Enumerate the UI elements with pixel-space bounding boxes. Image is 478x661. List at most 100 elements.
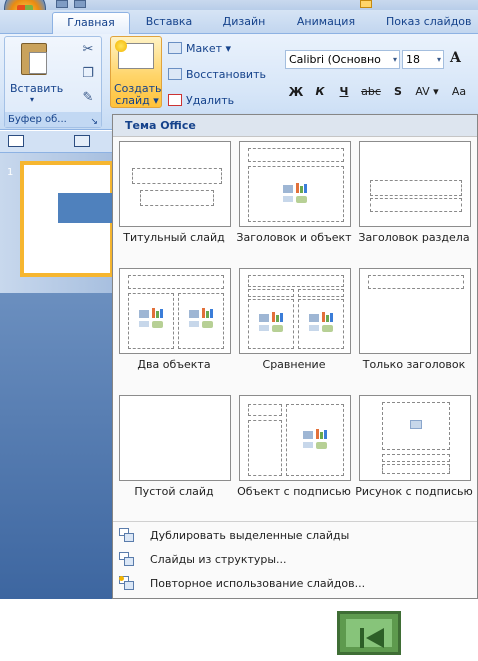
new-slide-icon	[115, 40, 154, 69]
reset-label: Восстановить	[186, 68, 266, 81]
italic-button[interactable]: К	[310, 82, 330, 102]
slide-thumbnail[interactable]	[20, 161, 114, 277]
layout-label: Макет ▾	[186, 42, 232, 55]
menu-label: Повторное использование слайдов...	[150, 577, 366, 590]
underline-button[interactable]: Ч	[334, 82, 354, 102]
layout-label: Два объекта	[137, 358, 211, 371]
menu-label: Дублировать выделенные слайды	[150, 529, 350, 542]
paste-icon[interactable]	[21, 43, 47, 75]
undo-icon[interactable]	[74, 0, 86, 8]
reset-button[interactable]: Восстановить	[166, 66, 266, 83]
outline-tab-icon[interactable]	[74, 135, 90, 147]
layout-thumb	[119, 268, 231, 354]
placeholder-title	[370, 180, 462, 196]
slides-pane-background	[0, 293, 114, 599]
tab-home[interactable]: Главная	[52, 12, 130, 34]
duplicate-slides-icon	[119, 528, 135, 543]
placeholder-heading-right	[298, 289, 344, 297]
font-size-select[interactable]: 18 ▾	[402, 50, 444, 69]
picture-icon	[410, 420, 422, 429]
font-size-value: 18	[406, 53, 420, 66]
layout-thumb	[359, 141, 471, 227]
change-case-button[interactable]: Aa	[446, 82, 472, 102]
layout-label: Только заголовок	[362, 358, 466, 371]
chevron-down-icon: ▾	[436, 55, 441, 64]
clipboard-group: Вставить ▾ ✂ ❐ ✎ Буфер об... ↘	[4, 36, 102, 128]
layout-icon	[168, 42, 182, 54]
layout-thumb	[239, 141, 351, 227]
tab-design[interactable]: Дизайн	[212, 12, 276, 34]
format-painter-icon[interactable]: ✎	[79, 89, 97, 107]
cut-icon[interactable]: ✂	[79, 41, 97, 59]
placeholder-title	[248, 404, 282, 416]
paste-button[interactable]: Вставить	[10, 82, 63, 95]
tab-animation[interactable]: Анимация	[286, 12, 366, 34]
placeholder-title	[132, 168, 222, 184]
delete-label: Удалить	[186, 94, 235, 107]
tab-insert[interactable]: Вставка	[138, 12, 200, 34]
tab-slideshow[interactable]: Показ слайдов	[386, 12, 478, 34]
strikethrough-button[interactable]: abc	[358, 82, 384, 102]
content-icon	[282, 182, 310, 204]
font-name-value: Calibri (Основно	[289, 53, 381, 66]
layout-button[interactable]: Макет ▾	[166, 40, 231, 57]
spacing-button[interactable]: AV ▾	[412, 82, 442, 102]
font-name-select[interactable]: Calibri (Основно ▾	[285, 50, 400, 69]
first-slide-button[interactable]	[337, 611, 401, 655]
delete-button[interactable]: Удалить	[166, 92, 234, 109]
title-bar	[0, 0, 478, 10]
menu-slides-from-outline[interactable]: Слайды из структуры...	[113, 548, 477, 571]
shadow-button[interactable]: S	[388, 82, 408, 102]
placeholder-title	[128, 275, 224, 289]
menu-label: Слайды из структуры...	[150, 553, 287, 566]
placeholder-title	[368, 275, 464, 289]
menu-reuse-slides[interactable]: Повторное использование слайдов...	[113, 572, 477, 595]
reset-icon	[168, 68, 182, 80]
layout-label: Сравнение	[262, 358, 326, 371]
slide-canvas	[24, 165, 114, 273]
layout-thumb	[359, 395, 471, 481]
ribbon-tabs: Главная Вставка Дизайн Анимация Показ сл…	[0, 10, 478, 34]
new-slide-button[interactable]: Создать слайд ▾	[110, 36, 162, 108]
layout-label: Титульный слайд	[123, 231, 225, 244]
placeholder-text	[382, 464, 450, 474]
layout-thumb	[119, 395, 231, 481]
bold-button[interactable]: Ж	[286, 82, 306, 102]
clipboard-group-caption: Буфер об... ↘	[5, 112, 101, 127]
layout-label: Пустой слайд	[134, 485, 214, 498]
gallery-header: Тема Office	[113, 115, 477, 137]
content-icon	[302, 428, 330, 450]
quick-access-icon[interactable]	[360, 0, 372, 8]
layout-label: Заголовок и объект	[236, 231, 352, 244]
placeholder-title	[382, 454, 450, 462]
content-icon	[258, 311, 286, 333]
placeholder-subtitle	[140, 190, 214, 206]
content-icon	[138, 307, 166, 329]
slide-shape	[58, 193, 114, 223]
powerpoint-window: Главная Вставка Дизайн Анимация Показ сл…	[0, 0, 478, 661]
content-icon	[308, 311, 336, 333]
skip-start-icon	[360, 628, 364, 648]
layout-thumb	[239, 395, 351, 481]
menu-duplicate-slides[interactable]: Дублировать выделенные слайды	[113, 524, 477, 547]
clipboard-label: Буфер об...	[8, 114, 67, 125]
placeholder-title	[248, 275, 344, 287]
save-icon[interactable]	[56, 0, 68, 8]
slides-tab-icon[interactable]	[8, 135, 24, 147]
placeholder-text	[370, 198, 462, 212]
triangle-left-icon	[366, 628, 384, 648]
menu-separator	[113, 521, 477, 522]
reuse-slides-icon	[119, 576, 135, 591]
copy-icon[interactable]: ❐	[79, 65, 97, 83]
nav-button-face	[346, 619, 392, 648]
layout-thumb	[359, 268, 471, 354]
content-icon	[188, 307, 216, 329]
new-slide-label: Создать слайд ▾	[114, 82, 162, 107]
placeholder-title	[248, 148, 344, 162]
grow-font-button[interactable]: A	[450, 50, 472, 69]
outline-slides-icon	[119, 552, 135, 567]
slide-number: 1	[7, 167, 14, 178]
paste-dropdown-icon[interactable]: ▾	[30, 95, 34, 104]
dialog-launcher-icon[interactable]: ↘	[90, 115, 98, 130]
layout-thumb	[239, 268, 351, 354]
